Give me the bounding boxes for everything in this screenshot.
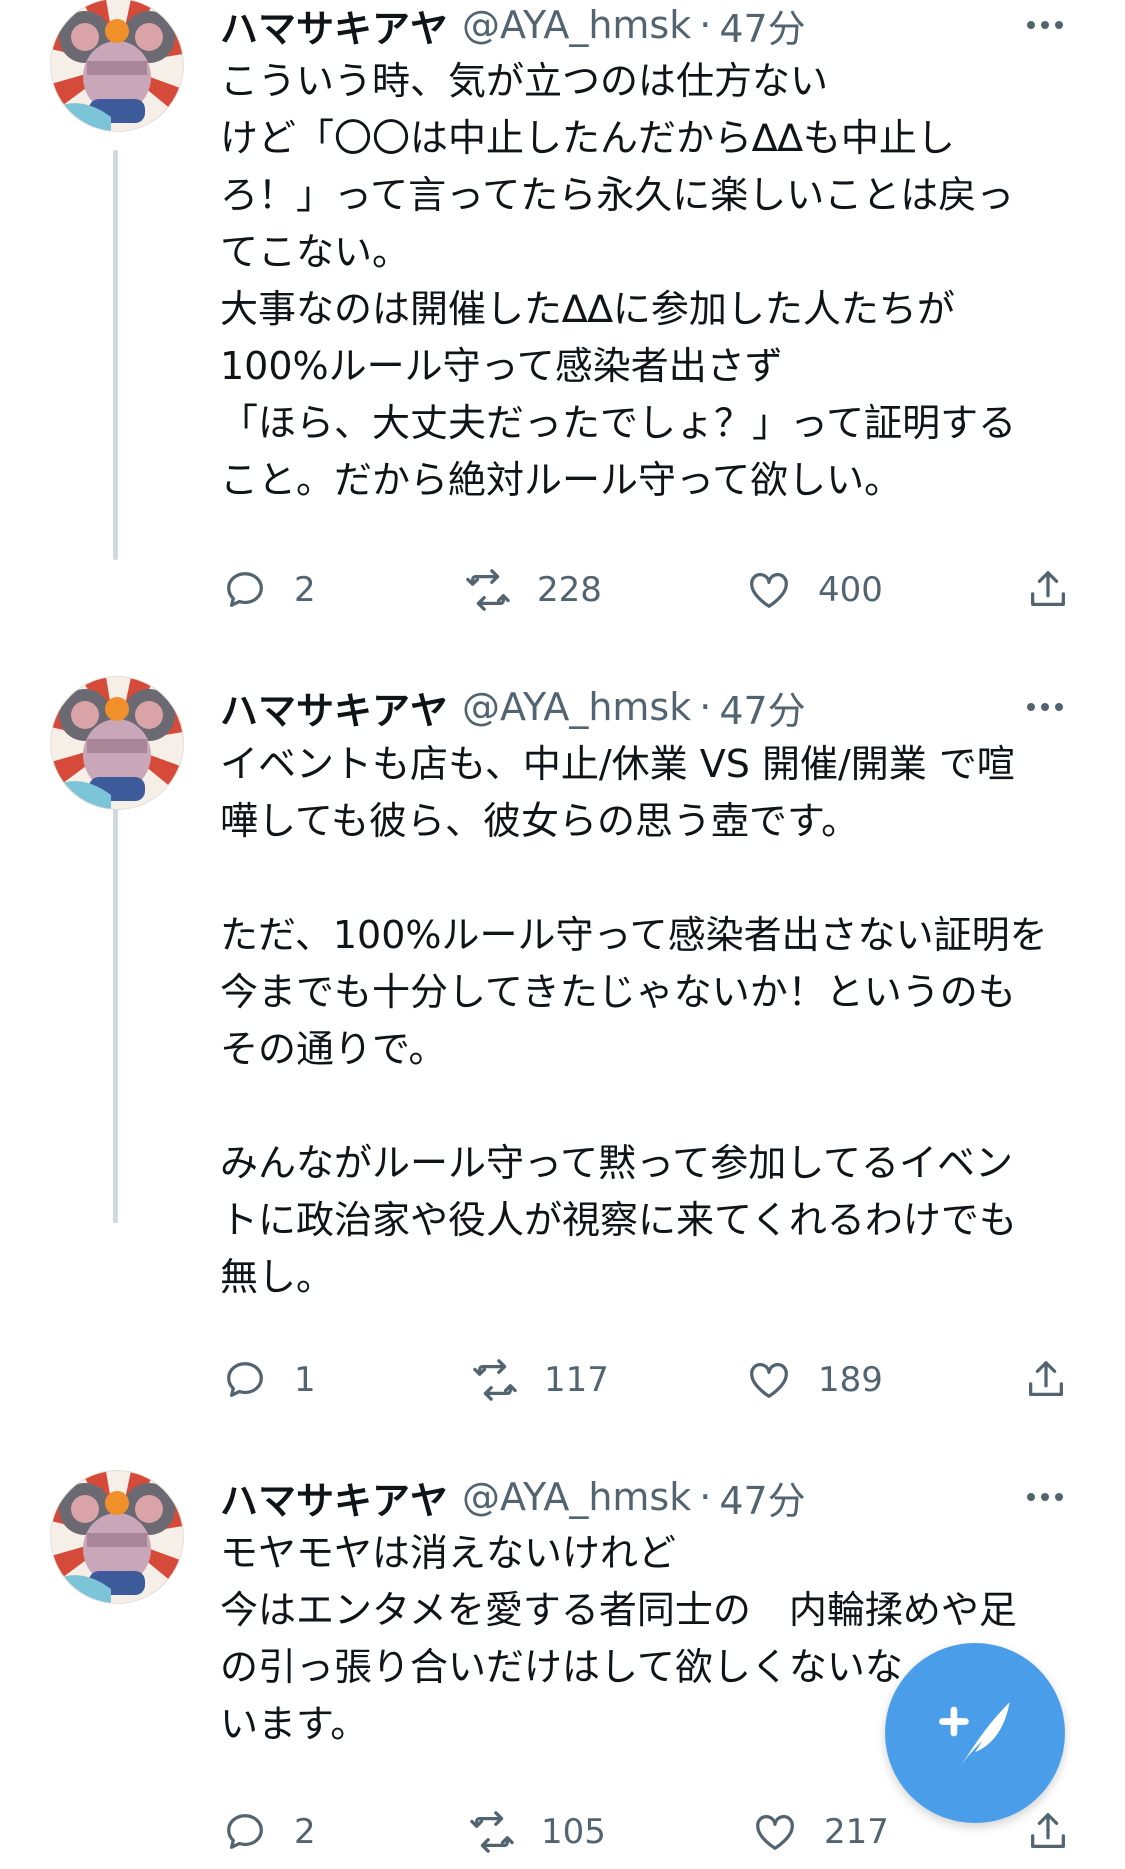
separator: · [699,3,712,47]
heart-icon [750,573,788,608]
tweet[interactable]: ハマサキアヤ @AYA_hmsk · 47分 イベントも店も、中止/休業 VS … [0,676,1125,1401]
timestamp[interactable]: 47分 [719,0,805,53]
display-name[interactable]: ハマサキアヤ [220,1470,448,1525]
text-line: 100%ルール守って感染者出さず [220,344,783,388]
retweet-icon [470,1811,514,1853]
reply-button[interactable]: 2 [222,1802,316,1862]
user-handle[interactable]: @AYA_hmsk [462,1475,691,1519]
like-button[interactable]: 217 [752,1802,889,1862]
text-line: 大事なのは開催した∆∆に参加した人たちが [220,287,955,331]
share-icon [1031,571,1065,607]
text-line: ただ、100%ルール守って感染者出さない証明を [220,913,1048,957]
share-icon [1031,1813,1065,1849]
action-bar: 2 228 400 [220,560,1085,620]
text-line: 今までも十分してきたじゃないか！というのも [220,970,1016,1014]
heart-icon [750,1363,788,1398]
text-line: こと。だから絶対ルール守って欲しい。 [220,458,903,502]
reply-icon [227,572,263,607]
reply-count: 2 [294,1812,316,1852]
reply-icon [227,1362,263,1397]
tweet-text: イベントも店も、中止/休業 VS 開催/開業 で喧 嘩しても彼ら、彼女らの思う壺… [220,736,1105,1306]
text-line: モヤモヤは消えないけれど [220,1531,677,1575]
like-button[interactable]: 400 [746,560,883,620]
text-line: けど「〇〇は中止したんだから∆∆も中止し [220,116,955,160]
reply-button[interactable]: 2 [222,560,316,620]
tweet-text: こういう時、気が立つのは仕方ない けど「〇〇は中止したんだから∆∆も中止し ろ！… [220,53,1105,509]
avatar-image [51,1471,183,1603]
text-line: 無し。 [220,1255,335,1299]
share-button[interactable] [1025,1802,1071,1862]
retweet-count: 105 [541,1812,606,1852]
avatar[interactable] [50,0,184,132]
text-line: 今はエンタメを愛する者同士の 内輪揉めや足 [220,1588,1017,1632]
reply-count: 1 [294,1360,316,1400]
share-button[interactable] [1023,1350,1069,1410]
avatar-image [51,0,183,131]
text-line: イベントも店も、中止/休業 VS 開催/開業 で喧 [220,742,1015,786]
tweet[interactable]: ハマサキアヤ @AYA_hmsk · 47分 こういう時、気が立つのは仕方ない … [0,0,1125,611]
avatar-image [51,677,183,809]
share-button[interactable] [1025,560,1071,620]
share-icon [1029,1361,1063,1397]
timestamp[interactable]: 47分 [719,680,805,735]
like-button[interactable]: 189 [746,1350,883,1410]
compose-tweet-button[interactable] [885,1643,1065,1823]
text-line: その通りで。 [220,1027,447,1071]
retweet-button[interactable]: 228 [465,560,602,620]
like-count: 189 [818,1360,883,1400]
action-bar: 1 117 189 [220,1350,1085,1410]
compose-tweet-icon [939,1702,1010,1768]
display-name[interactable]: ハマサキアヤ [220,680,448,735]
retweet-icon [473,1359,517,1401]
like-count: 400 [818,570,883,610]
separator: · [699,685,712,729]
user-handle[interactable]: @AYA_hmsk [462,685,691,729]
text-line: みんながルール守って黙って参加してるイベン [220,1141,1014,1185]
display-name[interactable]: ハマサキアヤ [220,0,448,53]
text-line [220,1078,1105,1135]
reply-button[interactable]: 1 [222,1350,316,1410]
text-line: トに政治家や役人が視察に来てくれるわけでも [220,1198,1017,1242]
more-icon[interactable] [1015,0,1075,50]
more-icon[interactable] [1015,682,1075,732]
separator: · [699,1475,712,1519]
more-icon[interactable] [1015,1472,1075,1522]
reply-icon [227,1814,263,1849]
retweet-button[interactable]: 105 [469,1802,606,1862]
like-count: 217 [824,1812,889,1852]
text-line: てこない。 [220,230,411,274]
heart-icon [756,1815,794,1850]
retweet-count: 117 [544,1360,609,1400]
user-handle[interactable]: @AYA_hmsk [462,3,691,47]
timestamp[interactable]: 47分 [719,1470,805,1525]
retweet-button[interactable]: 117 [472,1350,609,1410]
retweet-icon [466,569,510,611]
text-line: ろ！」って言ってたら永久に楽しいことは戻っ [220,173,1015,217]
text-line: 嘩しても彼ら、彼女らの思う壺です。 [220,799,860,843]
avatar[interactable] [50,676,184,810]
retweet-count: 228 [537,570,602,610]
text-line: こういう時、気が立つのは仕方ない [220,59,829,103]
text-line: 「ほら、大丈夫だったでしょ？」って証明する [220,401,1017,445]
text-line [220,850,1105,907]
reply-count: 2 [294,570,316,610]
avatar[interactable] [50,1470,184,1604]
